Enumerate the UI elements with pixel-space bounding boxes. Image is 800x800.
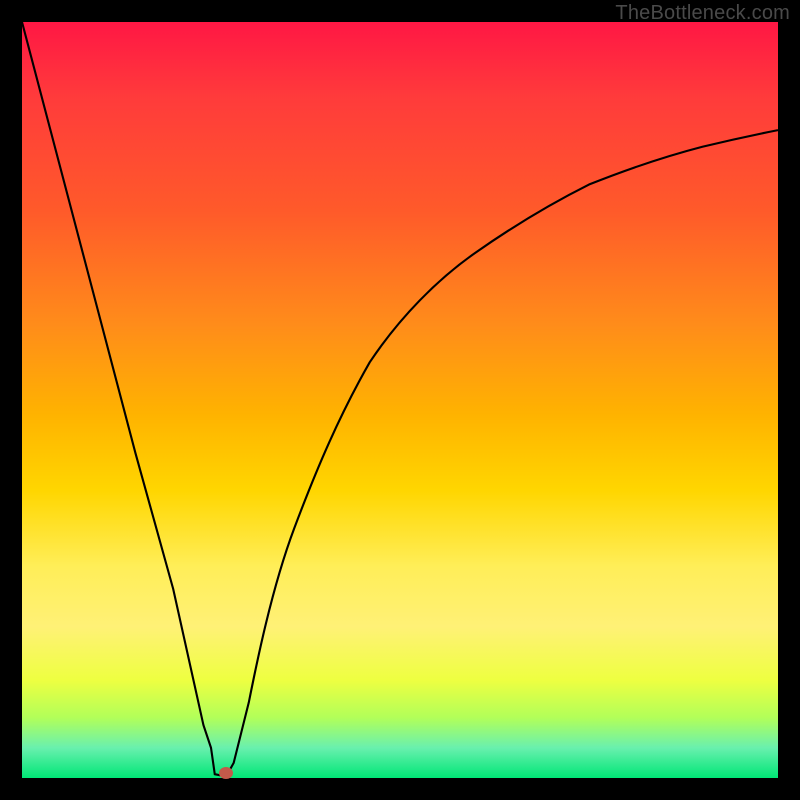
curve-right-branch — [226, 130, 778, 776]
curve-left-branch — [22, 22, 226, 776]
bottleneck-curve — [22, 22, 778, 778]
chart-frame: TheBottleneck.com — [0, 0, 800, 800]
plot-area — [22, 22, 778, 778]
minimum-marker — [219, 767, 233, 779]
watermark-text: TheBottleneck.com — [615, 2, 790, 25]
